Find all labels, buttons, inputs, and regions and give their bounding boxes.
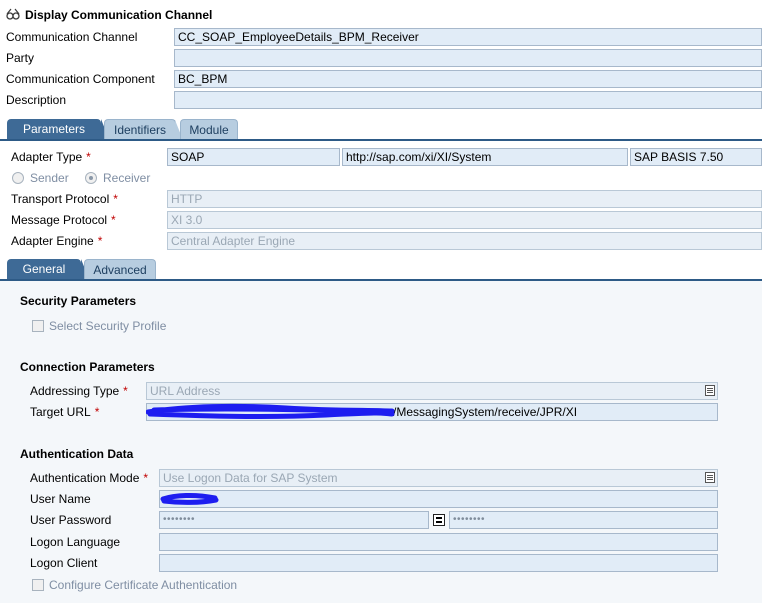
title-bar: Display Communication Channel (0, 0, 762, 28)
channel-field[interactable]: CC_SOAP_EmployeeDetails_BPM_Receiver (174, 28, 762, 46)
redaction-scribble (146, 403, 395, 420)
description-label: Description (6, 93, 67, 107)
tab-label: Module (189, 123, 229, 137)
logon-language-label: Logon Language (30, 535, 121, 549)
adapter-namespace-field[interactable]: http://sap.com/xi/XI/System (342, 148, 628, 166)
user-password-label: User Password (30, 513, 112, 527)
tab-module[interactable]: Module (180, 119, 238, 139)
tab-parameters[interactable]: Parameters (7, 119, 109, 139)
transport-protocol-label: Transport Protocol * (11, 192, 118, 206)
tab-divider (0, 139, 762, 141)
target-url-suffix: /MessagingSystem/receive/JPR/XI (393, 405, 578, 419)
select-security-profile-label: Select Security Profile (49, 319, 167, 333)
party-label: Party (6, 51, 35, 65)
logon-language-field[interactable] (159, 533, 718, 551)
authentication-mode-label: Authentication Mode * (30, 471, 149, 485)
certificate-auth-label: Configure Certificate Authentication (49, 578, 238, 592)
dropdown-icon[interactable] (705, 385, 715, 396)
select-security-profile-checkbox[interactable] (32, 320, 44, 332)
certificate-auth-checkbox[interactable] (32, 579, 44, 591)
user-password-field[interactable]: •••••••• (159, 511, 429, 529)
adapter-type-label: Adapter Type * (11, 150, 91, 164)
sender-radio[interactable] (12, 172, 24, 184)
tab-label: Advanced (93, 263, 147, 277)
receiver-label: Receiver (103, 171, 151, 185)
description-field[interactable] (174, 91, 762, 109)
page-title: Display Communication Channel (25, 8, 213, 22)
logon-client-label: Logon Client (30, 556, 98, 570)
receiver-radio[interactable] (85, 172, 97, 184)
redaction-scribble (160, 493, 219, 505)
component-label: Communication Component (6, 72, 155, 86)
logon-client-field[interactable] (159, 554, 718, 572)
target-url-label: Target URL * (30, 405, 100, 419)
message-protocol-field[interactable]: XI 3.0 (167, 211, 762, 229)
authentication-section-title: Authentication Data (20, 447, 134, 461)
confirm-password-field[interactable]: •••••••• (449, 511, 718, 529)
component-field[interactable]: BC_BPM (174, 70, 762, 88)
tab-label: Identifiers (113, 123, 167, 137)
connection-section-title: Connection Parameters (20, 360, 155, 374)
tab-identifiers[interactable]: Identifiers (104, 119, 183, 140)
security-section-title: Security Parameters (20, 294, 137, 308)
user-name-field[interactable] (159, 490, 718, 508)
addressing-type-label: Addressing Type * (30, 384, 128, 398)
addressing-type-select[interactable]: URL Address (146, 382, 718, 400)
authentication-mode-select[interactable]: Use Logon Data for SAP System (159, 469, 718, 487)
channel-label: Communication Channel (6, 30, 138, 44)
party-field[interactable] (174, 49, 762, 67)
tab-advanced[interactable]: Advanced (84, 259, 156, 279)
adapter-version-field[interactable]: SAP BASIS 7.50 (630, 148, 762, 166)
sender-label: Sender (30, 171, 69, 185)
tab-label: Parameters (22, 122, 86, 136)
dropdown-icon[interactable] (705, 472, 715, 483)
adapter-type-field[interactable]: SOAP (167, 148, 340, 166)
adapter-engine-label: Adapter Engine * (11, 234, 103, 248)
tab-label: General (22, 262, 66, 276)
tab-general[interactable]: General (7, 259, 89, 279)
adapter-engine-field[interactable]: Central Adapter Engine (167, 232, 762, 250)
message-protocol-label: Message Protocol * (11, 213, 116, 227)
user-name-label: User Name (30, 492, 91, 506)
transport-protocol-field[interactable]: HTTP (167, 190, 762, 208)
equals-icon (433, 514, 445, 526)
glasses-icon (6, 8, 20, 20)
